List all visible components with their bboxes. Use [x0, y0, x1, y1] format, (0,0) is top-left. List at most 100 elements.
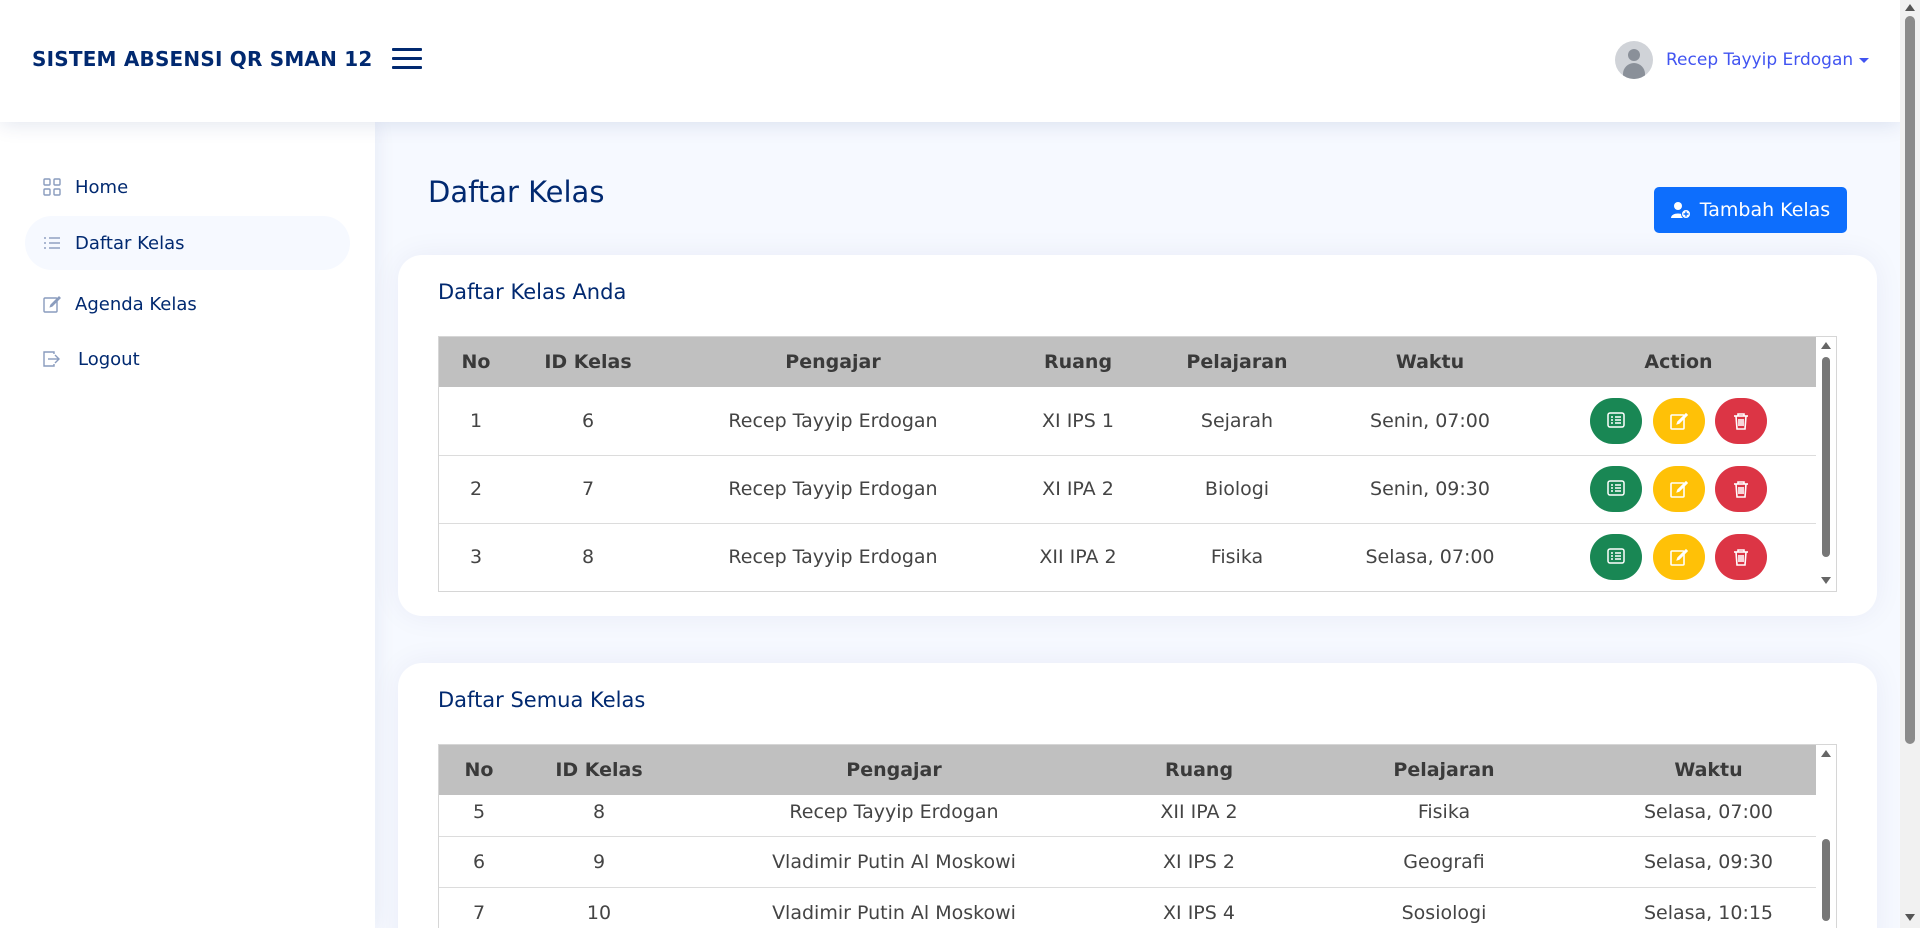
cell-actions: [1539, 523, 1818, 591]
delete-button[interactable]: [1714, 534, 1767, 580]
cell-id: 8: [513, 523, 663, 591]
sidebar: Home Daftar Kelas Agenda Kelas Logout: [0, 122, 375, 928]
column-header: Ruang: [1109, 745, 1289, 795]
sidebar-item-label: Daftar Kelas: [75, 232, 185, 254]
cell-subject: Sosiologi: [1289, 887, 1599, 928]
cell-subject: Biologi: [1153, 455, 1321, 524]
cell-time: Selasa, 07:00: [1599, 795, 1818, 837]
cell-subject: Fisika: [1289, 795, 1599, 837]
scroll-thumb[interactable]: [1905, 16, 1915, 744]
column-header: Pelajaran: [1289, 745, 1599, 795]
sidebar-item-label: Logout: [78, 348, 140, 370]
scroll-thumb[interactable]: [1822, 357, 1830, 557]
scroll-up-icon[interactable]: [1821, 750, 1831, 757]
column-header: No: [439, 337, 513, 387]
column-header: ID Kelas: [513, 337, 663, 387]
cell-time: Selasa, 10:15: [1599, 887, 1818, 928]
cell-no: 1: [439, 387, 513, 456]
edit-button[interactable]: [1652, 466, 1705, 512]
top-header: SISTEM ABSENSI QR SMAN 12 Recep Tayyip E…: [0, 0, 1900, 122]
table-scrollbar[interactable]: [1816, 745, 1836, 928]
column-header: Pengajar: [679, 745, 1109, 795]
all-classes-card: Daftar Semua Kelas No ID Kelas Pengajar …: [398, 663, 1877, 928]
edit-icon: [1669, 412, 1688, 430]
scroll-up-icon[interactable]: [1905, 4, 1915, 11]
delete-button[interactable]: [1714, 466, 1767, 512]
cell-id: 9: [519, 836, 679, 888]
edit-icon: [1669, 480, 1688, 498]
page-title: Daftar Kelas: [428, 175, 605, 209]
column-header: ID Kelas: [519, 745, 679, 795]
column-header: Ruang: [1003, 337, 1153, 387]
cell-id: 10: [519, 887, 679, 928]
cell-no: 5: [439, 795, 519, 837]
cell-teacher: Recep Tayyip Erdogan: [663, 523, 1003, 591]
list-icon: [44, 237, 60, 249]
edit-button[interactable]: [1652, 397, 1705, 444]
my-classes-table: No ID Kelas Pengajar Ruang Pelajaran Wak…: [438, 336, 1837, 592]
cell-room: XI IPS 2: [1109, 836, 1289, 888]
cell-id: 7: [513, 455, 663, 524]
cell-id: 6: [513, 387, 663, 456]
cell-time: Selasa, 09:30: [1599, 836, 1818, 888]
my-classes-card: Daftar Kelas Anda No ID Kelas Pengajar R…: [398, 255, 1877, 616]
cell-actions: [1539, 387, 1818, 456]
column-header: Waktu: [1599, 745, 1818, 795]
card-title: Daftar Kelas Anda: [438, 280, 627, 304]
add-class-button[interactable]: Tambah Kelas: [1654, 187, 1847, 233]
table-row: 1 6 Recep Tayyip Erdogan XI IPS 1 Sejara…: [439, 387, 1818, 456]
column-header: Waktu: [1321, 337, 1539, 387]
cell-room: XII IPA 2: [1109, 795, 1289, 837]
view-button[interactable]: [1590, 534, 1643, 580]
add-class-label: Tambah Kelas: [1699, 199, 1831, 221]
card-list-icon: [1607, 412, 1626, 428]
all-classes-table: No ID Kelas Pengajar Ruang Pelajaran Wak…: [438, 744, 1837, 928]
sidebar-item-logout[interactable]: Logout: [25, 332, 350, 386]
column-header: Action: [1539, 337, 1818, 387]
profile-dropdown[interactable]: Recep Tayyip Erdogan: [1615, 40, 1870, 80]
cell-teacher: Recep Tayyip Erdogan: [679, 795, 1109, 837]
sidebar-item-daftar-kelas[interactable]: Daftar Kelas: [25, 216, 350, 270]
trash-icon: [1733, 549, 1748, 566]
sidebar-item-label: Home: [75, 176, 129, 198]
column-header: Pelajaran: [1153, 337, 1321, 387]
scroll-thumb[interactable]: [1822, 839, 1830, 921]
card-title: Daftar Semua Kelas: [438, 688, 646, 712]
cell-no: 2: [439, 455, 513, 524]
cell-teacher: Recep Tayyip Erdogan: [663, 387, 1003, 456]
sidebar-item-home[interactable]: Home: [25, 160, 350, 214]
menu-toggle-icon[interactable]: [392, 46, 422, 72]
profile-name: Recep Tayyip Erdogan: [1666, 50, 1854, 70]
scroll-up-icon[interactable]: [1821, 342, 1831, 349]
logout-icon: [43, 351, 60, 367]
cell-time: Selasa, 07:00: [1321, 523, 1539, 591]
view-button[interactable]: [1590, 397, 1643, 444]
sidebar-item-agenda-kelas[interactable]: Agenda Kelas: [25, 277, 350, 331]
delete-button[interactable]: [1714, 397, 1767, 444]
cell-id: 8: [519, 795, 679, 837]
cell-room: XII IPA 2: [1003, 523, 1153, 591]
scroll-down-icon[interactable]: [1905, 914, 1915, 921]
scroll-down-icon[interactable]: [1821, 577, 1831, 584]
trash-icon: [1733, 481, 1748, 498]
cell-room: XI IPA 2: [1003, 455, 1153, 524]
edit-button[interactable]: [1652, 534, 1705, 580]
trash-icon: [1733, 412, 1748, 430]
table-row: 6 9 Vladimir Putin Al Moskowi XI IPS 2 G…: [439, 836, 1818, 888]
avatar: [1615, 41, 1653, 79]
grid-icon: [43, 178, 61, 196]
cell-room: XI IPS 1: [1003, 387, 1153, 456]
cell-subject: Fisika: [1153, 523, 1321, 591]
table-scrollbar[interactable]: [1816, 337, 1836, 591]
table-row: 7 10 Vladimir Putin Al Moskowi XI IPS 4 …: [439, 887, 1818, 928]
cell-teacher: Recep Tayyip Erdogan: [663, 455, 1003, 524]
app-title[interactable]: SISTEM ABSENSI QR SMAN 12: [32, 47, 372, 71]
column-header: No: [439, 745, 519, 795]
table-row: 3 8 Recep Tayyip Erdogan XII IPA 2 Fisik…: [439, 523, 1818, 591]
cell-subject: Sejarah: [1153, 387, 1321, 456]
add-user-icon: [1670, 202, 1691, 219]
caret-down-icon: [1859, 57, 1870, 63]
page-scrollbar[interactable]: [1900, 0, 1920, 928]
table-row: 5 8 Recep Tayyip Erdogan XII IPA 2 Fisik…: [439, 795, 1818, 837]
view-button[interactable]: [1590, 466, 1643, 512]
